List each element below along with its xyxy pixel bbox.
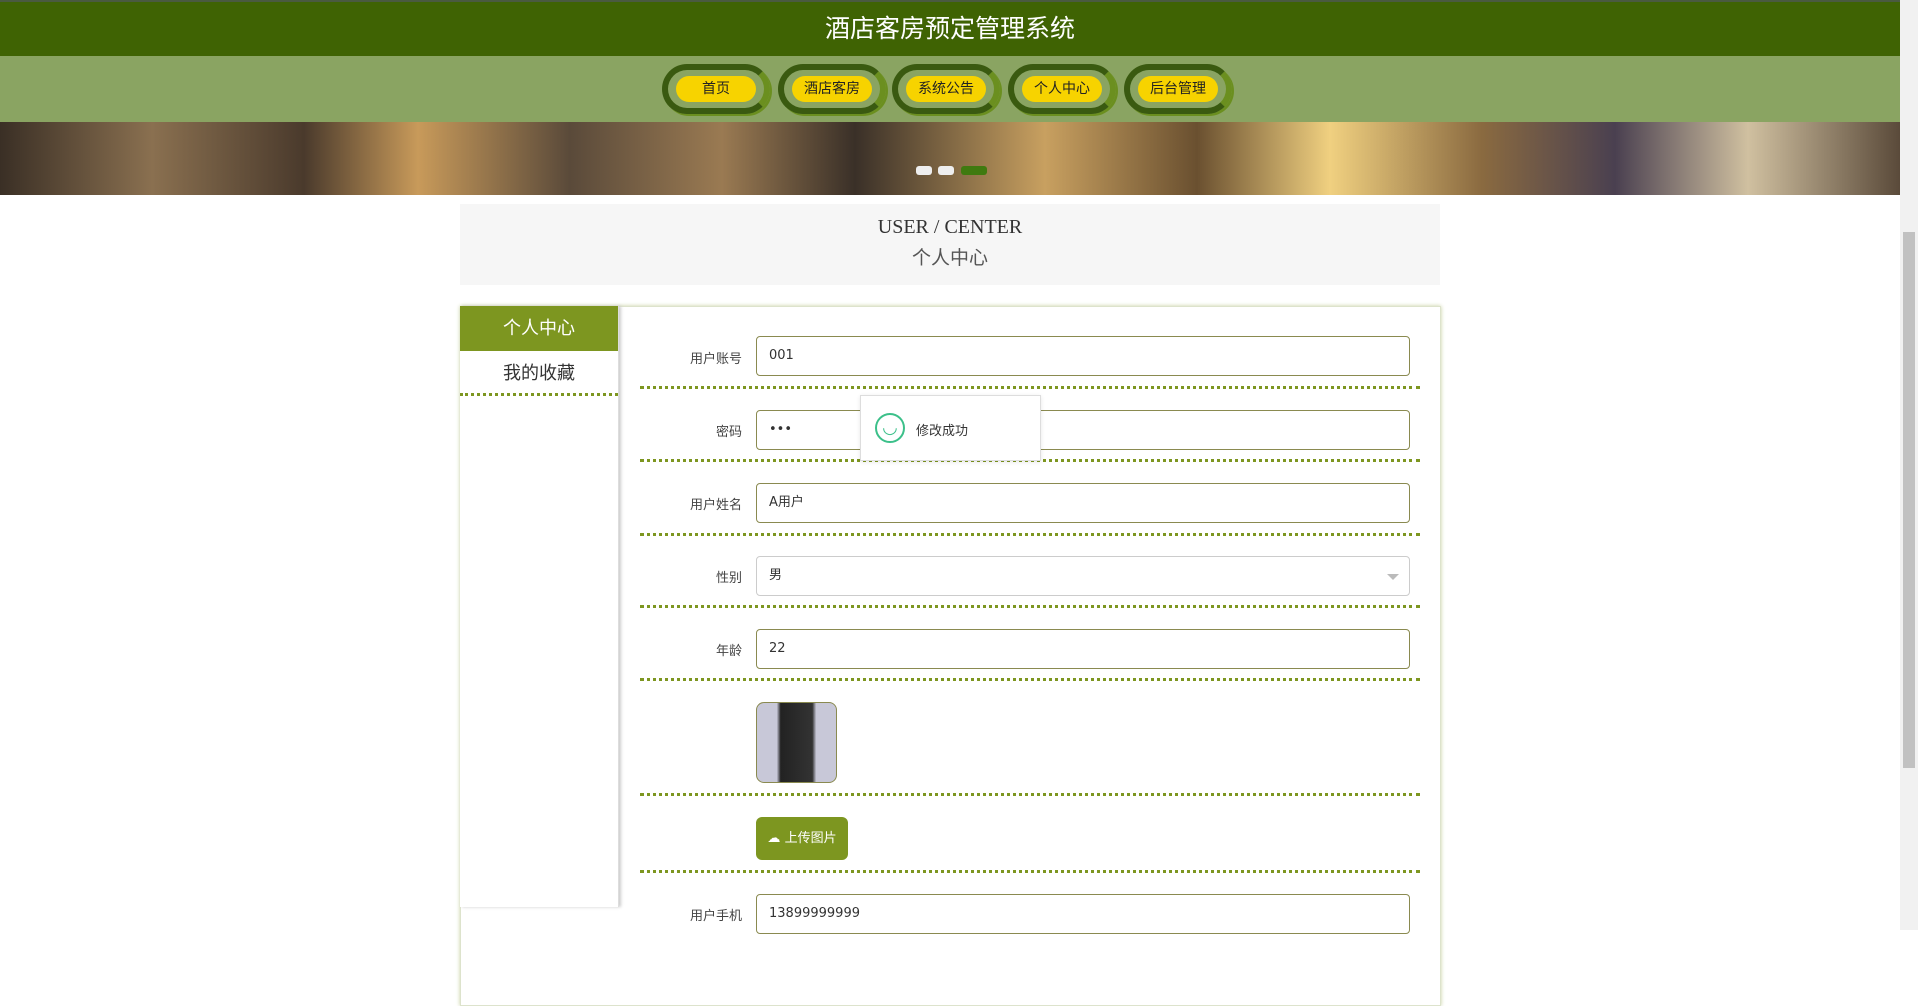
divider [640,386,1420,389]
nav-label: 个人中心 [1022,76,1102,102]
phone-input[interactable]: 13899999999 [756,894,1410,934]
section-title: USER / CENTER 个人中心 [460,204,1440,285]
phone-label: 用户手机 [689,909,742,924]
cloud-upload-icon: ☁ [767,831,785,846]
upload-label: 上传图片 [784,831,837,846]
toast-message: 修改成功 [916,424,969,439]
gender-label: 性别 [715,571,742,586]
nav-label: 系统公告 [906,76,986,102]
carousel-dot-3-active[interactable] [961,166,987,175]
divider [640,793,1420,796]
gender-select[interactable]: 男 [756,556,1410,596]
age-label: 年龄 [715,644,742,659]
main-nav: 首页 酒店客房 系统公告 个人中心 后台管理 [0,56,1900,122]
password-input[interactable]: ••• [756,410,1410,450]
divider [640,678,1420,681]
divider [640,533,1420,536]
site-header: 酒店客房预定管理系统 [0,0,1900,56]
sidebar: 个人中心 我的收藏 [460,306,619,907]
nav-admin[interactable]: 后台管理 [1124,64,1232,114]
account-label: 用户账号 [689,352,742,367]
account-input[interactable]: 001 [756,336,1410,376]
nav-user-center[interactable]: 个人中心 [1008,64,1116,114]
nav-rooms[interactable]: 酒店客房 [778,64,886,114]
upload-image-button[interactable]: ☁ 上传图片 [756,817,848,860]
age-input[interactable]: 22 [756,629,1410,669]
section-title-cn: 个人中心 [911,248,988,269]
name-input[interactable]: A用户 [756,483,1410,523]
smiley-icon: ◡ [875,413,905,443]
sidebar-item-favorites[interactable]: 我的收藏 [460,351,618,396]
scrollbar-thumb[interactable] [1903,232,1915,768]
chevron-down-icon [1387,574,1399,586]
section-title-en: USER / CENTER [877,216,1023,238]
password-label: 密码 [715,425,742,440]
carousel-dot-2[interactable] [938,166,954,175]
banner-carousel [0,122,1900,195]
name-label: 用户姓名 [689,498,742,513]
gender-value: 男 [769,568,783,583]
sidebar-item-user-center[interactable]: 个人中心 [460,306,618,351]
avatar-image [756,702,837,783]
divider [640,870,1420,873]
divider [640,605,1420,608]
site-title: 酒店客房预定管理系统 [824,14,1075,43]
nav-label: 后台管理 [1138,76,1218,102]
success-toast: ◡ 修改成功 [860,395,1041,461]
carousel-dot-1[interactable] [916,166,932,175]
nav-home[interactable]: 首页 [662,64,770,114]
nav-label: 酒店客房 [792,76,872,102]
nav-label: 首页 [676,76,756,102]
nav-notices[interactable]: 系统公告 [892,64,1000,114]
